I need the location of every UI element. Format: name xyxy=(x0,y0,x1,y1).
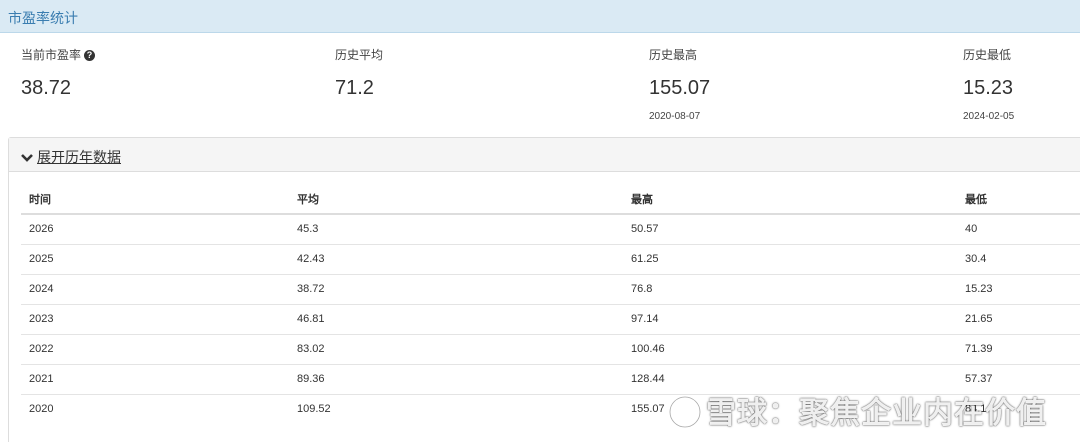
cell-high: 61.25 xyxy=(623,243,957,274)
table-row: 2022 83.02 100.46 71.39 xyxy=(21,333,1080,364)
stat-value-highest: 155.07 xyxy=(649,77,711,99)
table-header-row: 时间 平均 最高 最低 xyxy=(21,184,1080,215)
cell-low: 71.39 xyxy=(957,333,1080,364)
stat-label-highest: 历史最高 xyxy=(649,48,698,62)
cell-average: 109.52 xyxy=(289,393,623,424)
cell-average: 83.02 xyxy=(289,333,623,364)
stat-label-lowest: 历史最低 xyxy=(963,48,1012,62)
column-header-time[interactable]: 时间 xyxy=(21,184,289,215)
cell-year: 2024 xyxy=(21,273,289,304)
cell-year: 2026 xyxy=(21,213,289,244)
cell-average: 46.81 xyxy=(289,303,623,334)
column-header-high[interactable]: 最高 xyxy=(623,184,957,215)
cell-average: 42.43 xyxy=(289,243,623,274)
cell-year: 2025 xyxy=(21,243,289,274)
cell-low: 15.23 xyxy=(957,273,1080,304)
expand-history-link[interactable]: 展开历年数据 xyxy=(37,149,121,165)
stat-date-lowest: 2024-02-05 xyxy=(963,111,1015,122)
stat-label-average: 历史平均 xyxy=(335,48,384,62)
cell-high: 100.46 xyxy=(623,333,957,364)
column-header-low[interactable]: 最低 xyxy=(957,184,1080,215)
cell-low: 40 xyxy=(957,213,1080,244)
table-row: 2023 46.81 97.14 21.65 xyxy=(21,303,1080,334)
table-row: 2026 45.3 50.57 40 xyxy=(21,213,1080,244)
watermark: 雪球：聚焦企业内在价值 xyxy=(668,388,1047,432)
cell-year: 2020 xyxy=(21,393,289,424)
chevron-down-icon[interactable] xyxy=(21,150,35,166)
column-header-average[interactable]: 平均 xyxy=(289,184,623,215)
stat-value-lowest: 15.23 xyxy=(963,77,1014,99)
cell-low: 21.65 xyxy=(957,303,1080,334)
stat-value-average: 71.2 xyxy=(335,77,374,99)
cell-year: 2022 xyxy=(21,333,289,364)
cell-year: 2023 xyxy=(21,303,289,334)
cell-low: 30.4 xyxy=(957,243,1080,274)
pe-stats-summary: 当前市盈率? 38.72 历史平均 71.2 历史最高 155.07 2020-… xyxy=(0,33,1080,133)
history-panel-header[interactable]: 展开历年数据 xyxy=(9,138,1080,172)
stat-label-current: 当前市盈率 xyxy=(21,48,82,62)
cell-high: 97.14 xyxy=(623,303,957,334)
table-row: 2024 38.72 76.8 15.23 xyxy=(21,273,1080,304)
stat-date-highest: 2020-08-07 xyxy=(649,111,701,122)
snowball-logo-icon xyxy=(668,395,702,437)
section-title: 市盈率统计 xyxy=(8,10,78,26)
cell-high: 76.8 xyxy=(623,273,957,304)
help-icon[interactable]: ? xyxy=(84,50,96,61)
stat-value-current: 38.72 xyxy=(21,77,72,99)
section-header: 市盈率统计 xyxy=(0,0,1080,33)
cell-average: 89.36 xyxy=(289,363,623,394)
cell-year: 2021 xyxy=(21,363,289,394)
table-row: 2025 42.43 61.25 30.4 xyxy=(21,243,1080,274)
cell-high: 50.57 xyxy=(623,213,957,244)
watermark-text: 雪球：聚焦企业内在价值 xyxy=(706,397,1047,430)
cell-average: 45.3 xyxy=(289,213,623,244)
cell-average: 38.72 xyxy=(289,273,623,304)
